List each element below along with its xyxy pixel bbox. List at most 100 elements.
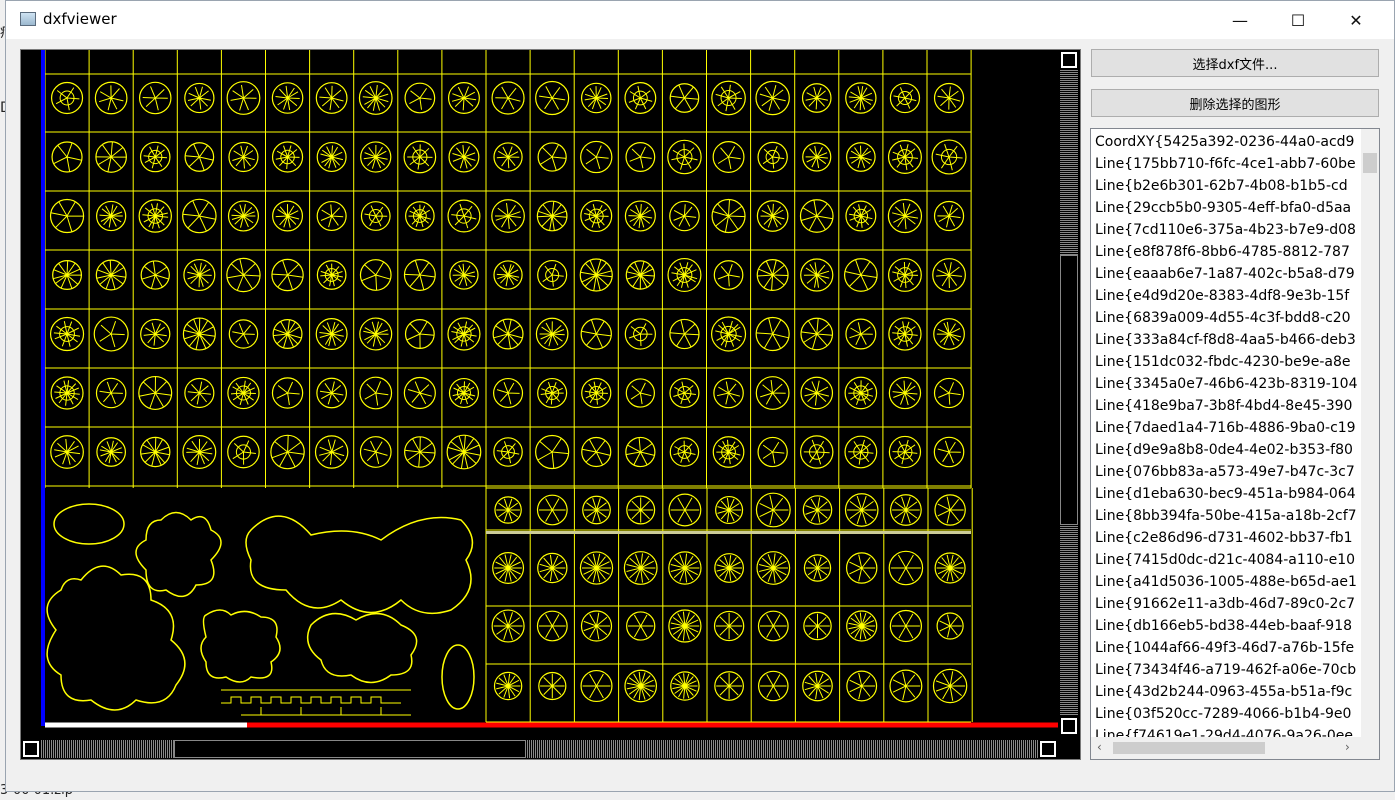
plant-symbol-detail bbox=[452, 381, 476, 405]
entity-list-item[interactable]: Line{db166eb5-bd38-44eb-baaf-918 bbox=[1091, 615, 1361, 637]
plant-symbol-detail bbox=[539, 86, 566, 110]
select-dxf-file-button[interactable]: 选择dxf文件... bbox=[1091, 49, 1379, 77]
plant-symbol-detail bbox=[849, 672, 876, 700]
minimize-button[interactable]: — bbox=[1211, 1, 1269, 39]
plant-symbol-detail bbox=[496, 498, 520, 522]
maximize-button[interactable]: ☐ bbox=[1269, 1, 1327, 39]
plant-symbol-detail bbox=[276, 381, 300, 405]
chevron-left-icon[interactable]: ‹ bbox=[1097, 740, 1102, 754]
plant-symbol-detail bbox=[937, 204, 961, 228]
plant-symbol-detail bbox=[628, 614, 654, 638]
plant-symbol-detail bbox=[939, 614, 962, 638]
scroll-up-button[interactable] bbox=[1061, 52, 1077, 68]
entity-list-item[interactable]: Line{91662e11-a3db-46d7-89c0-2c7 bbox=[1091, 593, 1361, 615]
plant-symbol-detail bbox=[494, 554, 522, 582]
plant-symbol-detail bbox=[187, 262, 212, 288]
entity-list-item[interactable]: Line{a41d5036-1005-488e-b65d-ae1 bbox=[1091, 571, 1361, 593]
entity-list-item[interactable]: Line{7daed1a4-716b-4886-9ba0-c19 bbox=[1091, 417, 1361, 439]
plant-symbol-detail bbox=[759, 495, 789, 525]
entity-list-item[interactable]: Line{076bb83a-a573-49e7-b47c-3c7 bbox=[1091, 461, 1361, 483]
plant-symbol-detail bbox=[232, 145, 255, 169]
plant-symbol-detail bbox=[803, 439, 830, 465]
entity-list-item[interactable]: Line{6839a009-4d55-4c3f-bdd8-c20 bbox=[1091, 307, 1361, 329]
plant-symbol-detail bbox=[143, 322, 167, 346]
scroll-left-button[interactable] bbox=[23, 741, 39, 757]
dxf-drawing[interactable] bbox=[21, 50, 1058, 738]
entity-list-item[interactable]: Line{1044af66-49f3-46d7-a76b-15fe bbox=[1091, 637, 1361, 659]
plant-symbol-detail bbox=[539, 614, 566, 638]
shrub-outline bbox=[135, 511, 222, 598]
horizontal-scrollbar[interactable] bbox=[21, 738, 1058, 759]
scroll-down-button[interactable] bbox=[1061, 718, 1077, 734]
plant-symbol-detail bbox=[451, 203, 477, 229]
entity-list-item[interactable]: Line{43d2b244-0963-455a-b51a-f9c bbox=[1091, 681, 1361, 703]
plant-symbol-detail bbox=[495, 203, 522, 229]
scroll-thumb[interactable] bbox=[174, 740, 526, 758]
vertical-scrollbar[interactable] bbox=[1058, 50, 1080, 738]
entity-list-item[interactable]: Line{e4d9d20e-8383-4df8-9e3b-15f bbox=[1091, 285, 1361, 307]
entity-list-item[interactable]: Line{7cd110e6-375a-4b23-b7e9-d08 bbox=[1091, 219, 1361, 241]
plant-symbol-detail bbox=[670, 611, 700, 641]
plant-symbol-detail bbox=[716, 612, 743, 640]
entity-list-item[interactable]: Line{29ccb5b0-9305-4eff-bfa0-d5aa bbox=[1091, 197, 1361, 219]
entity-list-item[interactable]: Line{151dc032-fbdc-4230-be9e-a8e bbox=[1091, 351, 1361, 373]
plant-symbol-detail bbox=[54, 438, 81, 465]
hedge-elevation bbox=[221, 689, 411, 716]
entity-list-item[interactable]: Line{73434f46-a719-462f-a06e-70cb bbox=[1091, 659, 1361, 681]
plant-symbol-detail bbox=[496, 382, 520, 405]
scroll-right-button[interactable] bbox=[1040, 741, 1056, 757]
entity-list-item[interactable]: Line{7415d0dc-d21c-4084-a110-e10 bbox=[1091, 549, 1361, 571]
plant-symbol-detail bbox=[585, 145, 609, 170]
plant-symbol-detail bbox=[230, 85, 257, 111]
plant-symbol-detail bbox=[893, 87, 917, 109]
plant-symbol-detail bbox=[409, 88, 432, 110]
app-window: dxfviewer — ☐ ✕ 选择dxf文件... 删除选择的图形 Coord… bbox=[5, 0, 1395, 792]
plant-symbol-detail bbox=[892, 261, 919, 289]
plant-symbol-detail bbox=[496, 441, 520, 464]
plant-symbol-detail bbox=[759, 84, 786, 111]
close-button[interactable]: ✕ bbox=[1327, 1, 1385, 39]
plant-symbol-detail bbox=[584, 86, 609, 110]
entity-list-item[interactable]: Line{e8f878f6-8bb6-4785-8812-787 bbox=[1091, 241, 1361, 263]
title-bar[interactable]: dxfviewer — ☐ ✕ bbox=[6, 1, 1394, 39]
plant-symbol-detail bbox=[717, 497, 742, 523]
entity-list-item[interactable]: Line{333a84cf-f8d8-4aa5-b466-deb3 bbox=[1091, 329, 1361, 351]
plant-symbol-detail bbox=[760, 203, 785, 228]
entity-list-item[interactable]: Line{175bb710-f6fc-4ce1-abb7-60be bbox=[1091, 153, 1361, 175]
entity-list-item[interactable]: Line{d1eba630-bec9-451a-b984-064 bbox=[1091, 483, 1361, 505]
entity-list-item[interactable]: Line{03f520cc-7289-4066-b1b4-9e0 bbox=[1091, 703, 1361, 725]
entity-list-item[interactable]: Line{8bb394fa-50be-415a-a18b-2cf7 bbox=[1091, 505, 1361, 527]
shrub-outline bbox=[46, 565, 186, 711]
scroll-thumb[interactable] bbox=[1113, 742, 1265, 754]
plant-symbol-detail bbox=[936, 262, 963, 289]
plant-symbol-detail bbox=[805, 497, 831, 523]
scroll-thumb[interactable] bbox=[1060, 255, 1078, 525]
delete-selected-shape-button[interactable]: 删除选择的图形 bbox=[1091, 89, 1379, 117]
entity-list-item[interactable]: Line{eaaab6e7-1a87-402c-b5a8-d79 bbox=[1091, 263, 1361, 285]
plant-symbol-detail bbox=[319, 85, 344, 111]
entity-list-item[interactable]: Line{b2e6b301-62b7-4b08-b1b5-cd bbox=[1091, 175, 1361, 197]
plant-symbol-detail bbox=[364, 381, 389, 406]
entity-list-item[interactable]: Line{c2e86d96-d731-4602-bb37-fb1 bbox=[1091, 527, 1361, 549]
entity-list[interactable]: CoordXY{5425a392-0236-44a0-acd9 Line{175b… bbox=[1090, 128, 1380, 760]
plant-symbol-detail bbox=[849, 145, 872, 169]
entity-list-item[interactable]: Line{418e9ba7-3b8f-4bd4-8e45-390 bbox=[1091, 395, 1361, 417]
plant-symbol-detail bbox=[715, 320, 742, 348]
plant-symbol-detail bbox=[583, 612, 610, 640]
chevron-right-icon[interactable]: › bbox=[1345, 740, 1350, 754]
scroll-thumb[interactable] bbox=[1363, 153, 1377, 173]
plant-symbol-detail bbox=[539, 498, 566, 522]
dxf-canvas-view[interactable] bbox=[20, 49, 1081, 760]
entity-list-item[interactable]: Line{d9e9a8b8-0de4-4e02-b353-f80 bbox=[1091, 439, 1361, 461]
entity-list-item[interactable]: CoordXY{5425a392-0236-44a0-acd9 bbox=[1091, 131, 1361, 153]
plant-symbol-detail bbox=[275, 145, 300, 170]
list-horizontal-scrollbar[interactable]: ‹ › bbox=[1091, 737, 1379, 759]
list-vertical-scrollbar[interactable] bbox=[1361, 129, 1379, 737]
plant-symbol-detail bbox=[98, 85, 124, 111]
scroll-track[interactable] bbox=[1060, 70, 1078, 255]
entity-list-item[interactable]: Line{3345a0e7-46b6-423b-8319-104 bbox=[1091, 373, 1361, 395]
scroll-track[interactable] bbox=[1060, 525, 1078, 715]
plant-symbol-detail bbox=[673, 440, 696, 463]
plant-symbol-detail bbox=[581, 439, 611, 466]
plant-symbol-detail bbox=[99, 381, 123, 405]
